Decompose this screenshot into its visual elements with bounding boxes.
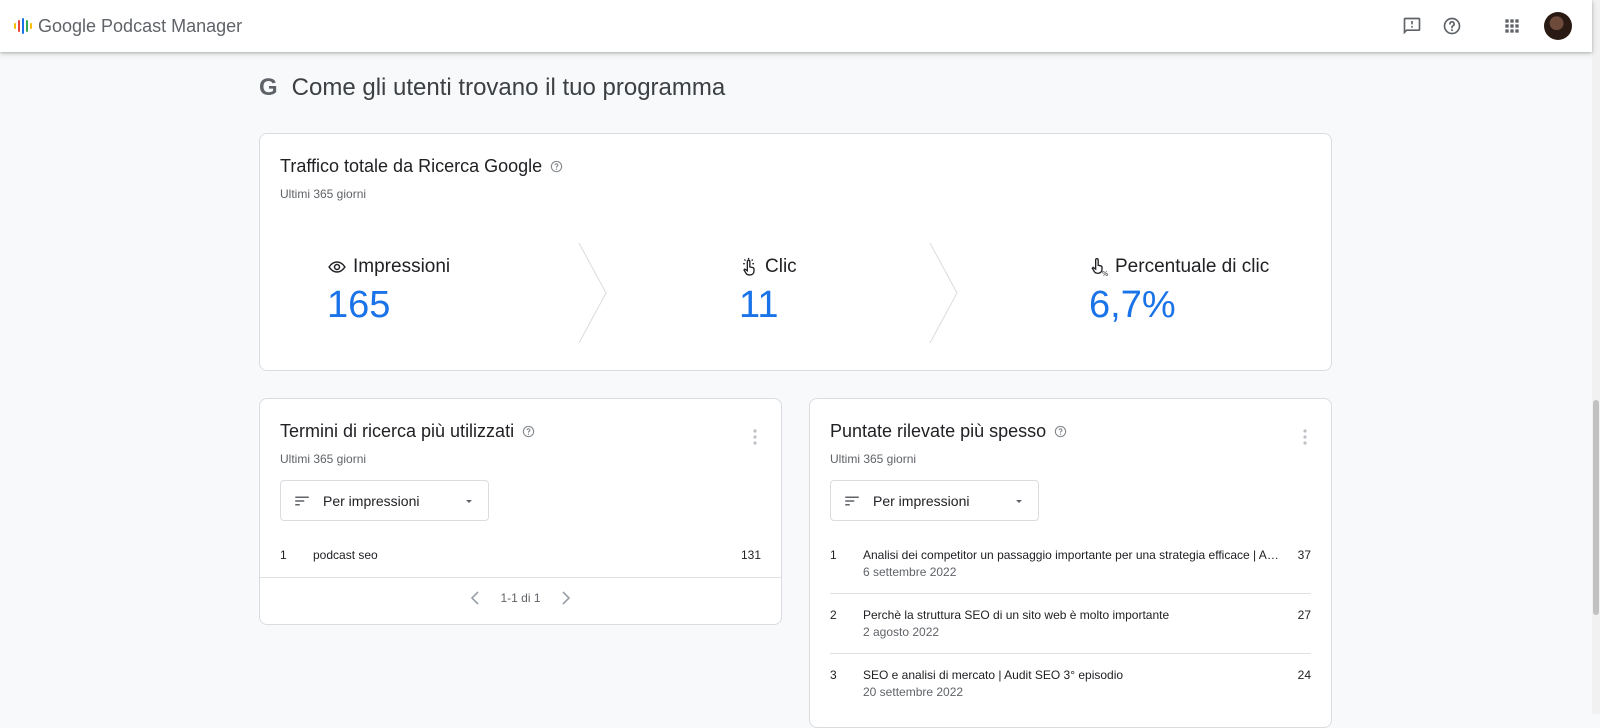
sort-select[interactable]: Per impressioni [830, 480, 1039, 521]
section-title: Come gli utenti trovano il tuo programma [291, 74, 726, 101]
top-app-bar: Google Podcast Manager [0, 0, 1592, 52]
row-rank: 2 [830, 608, 837, 622]
episode-date: 20 settembre 2022 [863, 685, 964, 699]
search-terms-card: Termini di ricerca più utilizzati Ultimi… [259, 398, 782, 625]
chevron-right-icon [561, 591, 570, 605]
episodes-card-header: Puntate rilevate più spesso [830, 421, 1067, 442]
dropdown-arrow-icon [1016, 499, 1022, 503]
traffic-card: Traffico totale da Ricerca Google Ultimi… [259, 133, 1332, 371]
metric-ctr: % Percentuale di clic 6,7% [1089, 256, 1269, 327]
metric-value: 11 [739, 284, 779, 326]
podcast-logo-icon [14, 18, 32, 34]
metric-label: Clic [765, 256, 797, 277]
prev-page-button[interactable] [462, 587, 488, 609]
sort-select-value: Per impressioni [873, 492, 970, 509]
episode-title: Analisi dei competitor un passaggio impo… [863, 548, 1281, 562]
episode-title: Perchè la struttura SEO di un sito web è… [863, 608, 1170, 622]
row-rank: 1 [830, 548, 837, 562]
app-title: Google Podcast Manager [38, 15, 243, 36]
app-logo[interactable]: Google Podcast Manager [14, 16, 242, 37]
metric-value: 165 [327, 284, 391, 326]
terms-period: Ultimi 365 giorni [280, 452, 367, 466]
help-icon[interactable] [1054, 425, 1067, 438]
episode-title: SEO e analisi di mercato | Audit SEO 3° … [863, 668, 1124, 682]
apps-button[interactable] [1492, 6, 1532, 46]
row-value: 131 [740, 548, 761, 562]
episode-date: 2 agosto 2022 [863, 625, 940, 639]
help-icon [1443, 17, 1461, 35]
row-value: 37 [1297, 548, 1311, 562]
sort-select[interactable]: Per impressioni [280, 480, 489, 521]
pagination: 1-1 di 1 [260, 587, 781, 609]
terms-card-header: Termini di ricerca più utilizzati [280, 421, 535, 442]
divider [830, 653, 1311, 654]
episodes-title: Puntate rilevate più spesso [830, 421, 1047, 441]
sort-icon [845, 496, 859, 505]
traffic-period: Ultimi 365 giorni [280, 187, 367, 201]
section-heading: G Come gli utenti trovano il tuo program… [259, 74, 725, 102]
svg-text:%: % [1102, 270, 1108, 277]
help-icon[interactable] [522, 425, 535, 438]
row-value: 24 [1297, 668, 1311, 682]
eye-icon [328, 261, 346, 273]
episodes-period: Ultimi 365 giorni [830, 452, 917, 466]
chevron-separator-icon [929, 242, 958, 344]
traffic-title: Traffico totale da Ricerca Google [280, 156, 543, 176]
apps-grid-icon [1505, 19, 1519, 33]
list-item[interactable]: 3 SEO e analisi di mercato | Audit SEO 3… [830, 668, 1311, 702]
help-icon[interactable] [550, 160, 563, 173]
dropdown-arrow-icon [466, 499, 472, 503]
scrollbar-thumb[interactable] [1593, 400, 1599, 615]
metric-impressions: Impressioni 165 [327, 256, 450, 327]
sort-select-value: Per impressioni [323, 492, 420, 509]
feedback-icon [1403, 17, 1421, 35]
pagination-label: 1-1 di 1 [500, 591, 541, 605]
more-vert-icon[interactable] [753, 429, 757, 445]
next-page-button[interactable] [553, 587, 579, 609]
divider [260, 577, 781, 578]
click-rate-icon: % [1091, 258, 1108, 277]
metric-clicks: Clic 11 [739, 256, 797, 327]
divider [830, 593, 1311, 594]
row-term: podcast seo [313, 548, 378, 562]
metric-label: Impressioni [353, 256, 451, 277]
top-episodes-card: Puntate rilevate più spesso Ultimi 365 g… [809, 398, 1332, 728]
chevron-left-icon [471, 591, 480, 605]
row-value: 27 [1297, 608, 1311, 622]
metric-value: 6,7% [1089, 284, 1176, 326]
list-item[interactable]: 1 Analisi dei competitor un passaggio im… [830, 548, 1311, 582]
google-g-icon: G [259, 74, 278, 101]
click-icon [743, 257, 755, 276]
feedback-button[interactable] [1392, 6, 1432, 46]
more-vert-icon[interactable] [1303, 429, 1307, 445]
row-rank: 1 [280, 548, 287, 562]
terms-title: Termini di ricerca più utilizzati [280, 421, 515, 441]
episode-date: 6 settembre 2022 [863, 565, 957, 579]
metric-label: Percentuale di clic [1115, 256, 1270, 277]
chevron-separator-icon [578, 242, 607, 344]
sort-icon [295, 496, 309, 505]
list-item[interactable]: 2 Perchè la struttura SEO di un sito web… [830, 608, 1311, 642]
row-rank: 3 [830, 668, 837, 682]
traffic-card-header: Traffico totale da Ricerca Google [280, 156, 563, 177]
account-avatar[interactable] [1544, 12, 1572, 40]
help-button[interactable] [1432, 6, 1472, 46]
